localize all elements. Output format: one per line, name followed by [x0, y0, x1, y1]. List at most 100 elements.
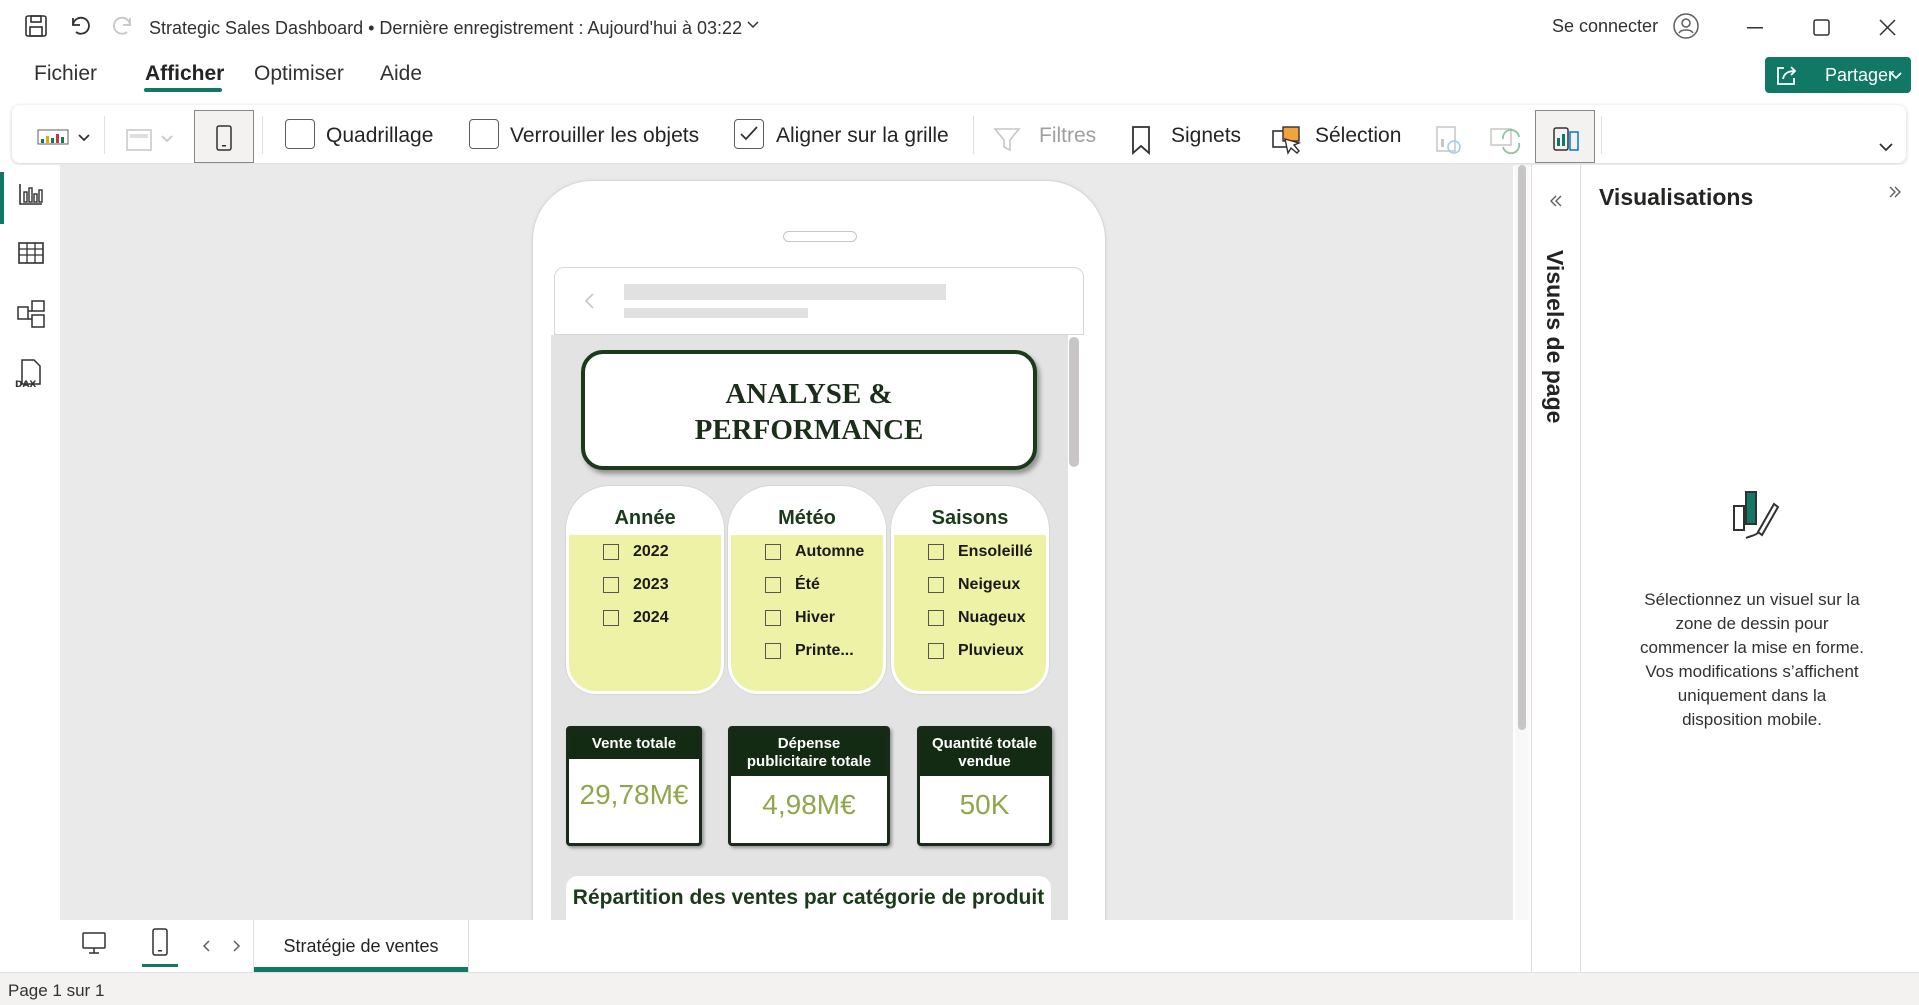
slicer-saisons[interactable]: Saisons Ensoleillé Neigeux Nuageux Pluvi…: [891, 486, 1049, 694]
slicer-option[interactable]: Ensoleillé: [958, 543, 1033, 561]
report-title-card[interactable]: ANALYSE & PERFORMANCE: [581, 350, 1037, 470]
chevron-down-icon[interactable]: [746, 20, 760, 30]
filters-button: Filtres: [1039, 124, 1097, 147]
mobile-layout-button[interactable]: [194, 110, 254, 163]
lock-objects-checkbox[interactable]: [469, 119, 499, 149]
redo-icon: [111, 14, 135, 38]
kpi-value: 50K: [959, 789, 1010, 820]
slicer-option[interactable]: Printe...: [795, 642, 854, 660]
selection-icon[interactable]: [1271, 125, 1303, 157]
slicer-annee[interactable]: Année 2022 2023 2024: [566, 486, 724, 694]
slicer-option[interactable]: Été: [795, 576, 820, 594]
mobile-visuals-button[interactable]: [1535, 110, 1595, 163]
next-page-icon[interactable]: [232, 939, 242, 953]
slicer-checkbox[interactable]: [603, 610, 619, 626]
slicer-checkbox[interactable]: [928, 544, 944, 560]
active-layout-indicator: [142, 964, 178, 967]
lock-objects-label[interactable]: Verrouiller les objets: [510, 124, 699, 148]
slicer-meteo[interactable]: Météo Automne Été Hiver Printe...: [728, 486, 886, 694]
slicer-option[interactable]: 2023: [633, 576, 669, 594]
user-avatar-icon[interactable]: [1672, 12, 1700, 40]
share-button[interactable]: Partager: [1765, 57, 1911, 93]
model-view-icon[interactable]: [16, 299, 46, 329]
menu-afficher[interactable]: Afficher: [145, 62, 224, 86]
slicer-checkbox[interactable]: [603, 577, 619, 593]
mobile-phone-icon: [215, 125, 233, 151]
window-title: Strategic Sales Dashboard • Dernière enr…: [149, 18, 743, 38]
dax-query-view-icon[interactable]: DAX: [14, 358, 46, 390]
scrollbar-thumb[interactable]: [1518, 165, 1526, 730]
slicer-option[interactable]: Pluvieux: [958, 642, 1024, 660]
active-menu-indicator: [144, 88, 222, 92]
sync-visuals-icon: [1489, 125, 1523, 157]
page-view-icon: [124, 128, 180, 152]
header-placeholder-bar: [624, 284, 946, 300]
slicer-option[interactable]: 2022: [633, 543, 669, 561]
undo-icon[interactable]: [68, 14, 92, 38]
expand-pane-icon[interactable]: [1549, 194, 1563, 208]
table-view-icon[interactable]: [17, 241, 45, 265]
slicer-option[interactable]: 2024: [633, 609, 669, 627]
sign-in-link[interactable]: Se connecter: [1552, 16, 1658, 37]
page-visuals-pane-title[interactable]: Visuels de page: [1541, 250, 1568, 423]
slicer-checkbox[interactable]: [765, 577, 781, 593]
minimize-icon[interactable]: [1747, 27, 1763, 29]
menu-aide[interactable]: Aide: [380, 62, 422, 86]
bookmark-icon[interactable]: [1130, 125, 1152, 155]
menu-fichier[interactable]: Fichier: [34, 62, 97, 86]
visualizations-pane-title: Visualisations: [1599, 184, 1754, 210]
page-indicator: Page 1 sur 1: [8, 981, 105, 1000]
theme-gallery-icon[interactable]: [37, 128, 93, 148]
page-tab-strategie-de-ventes[interactable]: Stratégie de ventes: [253, 920, 469, 972]
back-arrow-icon: [583, 292, 595, 310]
kpi-card-depense-publicitaire[interactable]: Dépense publicitaire totale 4,98M€: [728, 726, 890, 846]
visualizations-pane: [1582, 165, 1919, 972]
kpi-card-vente-totale[interactable]: Vente totale 29,78M€: [566, 726, 702, 846]
menu-optimiser[interactable]: Optimiser: [254, 62, 344, 86]
kpi-value: 4,98M€: [762, 789, 856, 820]
bookmarks-button[interactable]: Signets: [1171, 124, 1241, 148]
slicer-title: Météo: [778, 507, 836, 529]
title-bar: Strategic Sales Dashboard • Dernière enr…: [0, 0, 1919, 56]
share-label: Partager: [1825, 65, 1895, 85]
slicer-checkbox[interactable]: [765, 610, 781, 626]
snap-to-grid-label[interactable]: Aligner sur la grille: [776, 124, 949, 148]
chevron-down-icon[interactable]: [1878, 141, 1894, 153]
desktop-layout-icon[interactable]: [81, 931, 107, 955]
active-view-indicator: [0, 172, 4, 224]
previous-page-icon[interactable]: [201, 939, 211, 953]
slicer-checkbox[interactable]: [928, 577, 944, 593]
slicer-checkbox[interactable]: [765, 643, 781, 659]
performance-analyzer-icon: [1434, 125, 1464, 157]
slicer-option[interactable]: Hiver: [795, 609, 835, 627]
header-placeholder-bar: [624, 308, 808, 318]
share-icon: [1775, 64, 1799, 86]
save-icon[interactable]: [24, 14, 48, 38]
report-title-line1: ANALYSE &: [725, 378, 893, 410]
snap-to-grid-checkbox[interactable]: [734, 119, 764, 149]
slicer-option[interactable]: Automne: [795, 543, 864, 561]
close-icon[interactable]: [1879, 19, 1896, 36]
maximize-icon[interactable]: [1813, 19, 1830, 36]
gridlines-checkbox[interactable]: [285, 119, 315, 149]
selection-button[interactable]: Sélection: [1315, 124, 1401, 148]
page-tab-label: Stratégie de ventes: [283, 936, 439, 956]
kpi-label: Dépense publicitaire totale: [731, 729, 887, 776]
gridlines-label[interactable]: Quadrillage: [326, 124, 433, 148]
mobile-scrollbar-thumb[interactable]: [1069, 337, 1079, 467]
slicer-checkbox[interactable]: [603, 544, 619, 560]
slicer-checkbox[interactable]: [928, 643, 944, 659]
canvas-scrollbar[interactable]: [1515, 165, 1529, 920]
collapse-pane-icon[interactable]: [1888, 185, 1902, 199]
slicer-checkbox[interactable]: [928, 610, 944, 626]
format-visual-icon: [1726, 488, 1780, 546]
status-bar: Page 1 sur 1: [0, 972, 1919, 1005]
slicer-option[interactable]: Nuageux: [958, 609, 1026, 627]
checkmark-icon: [740, 126, 758, 141]
slicer-title: Année: [614, 507, 676, 529]
slicer-option[interactable]: Neigeux: [958, 576, 1020, 594]
slicer-checkbox[interactable]: [765, 544, 781, 560]
report-view-icon[interactable]: [18, 182, 44, 206]
kpi-card-quantite-vendue[interactable]: Quantité totale vendue 50K: [917, 726, 1052, 846]
mobile-layout-icon[interactable]: [151, 927, 169, 957]
